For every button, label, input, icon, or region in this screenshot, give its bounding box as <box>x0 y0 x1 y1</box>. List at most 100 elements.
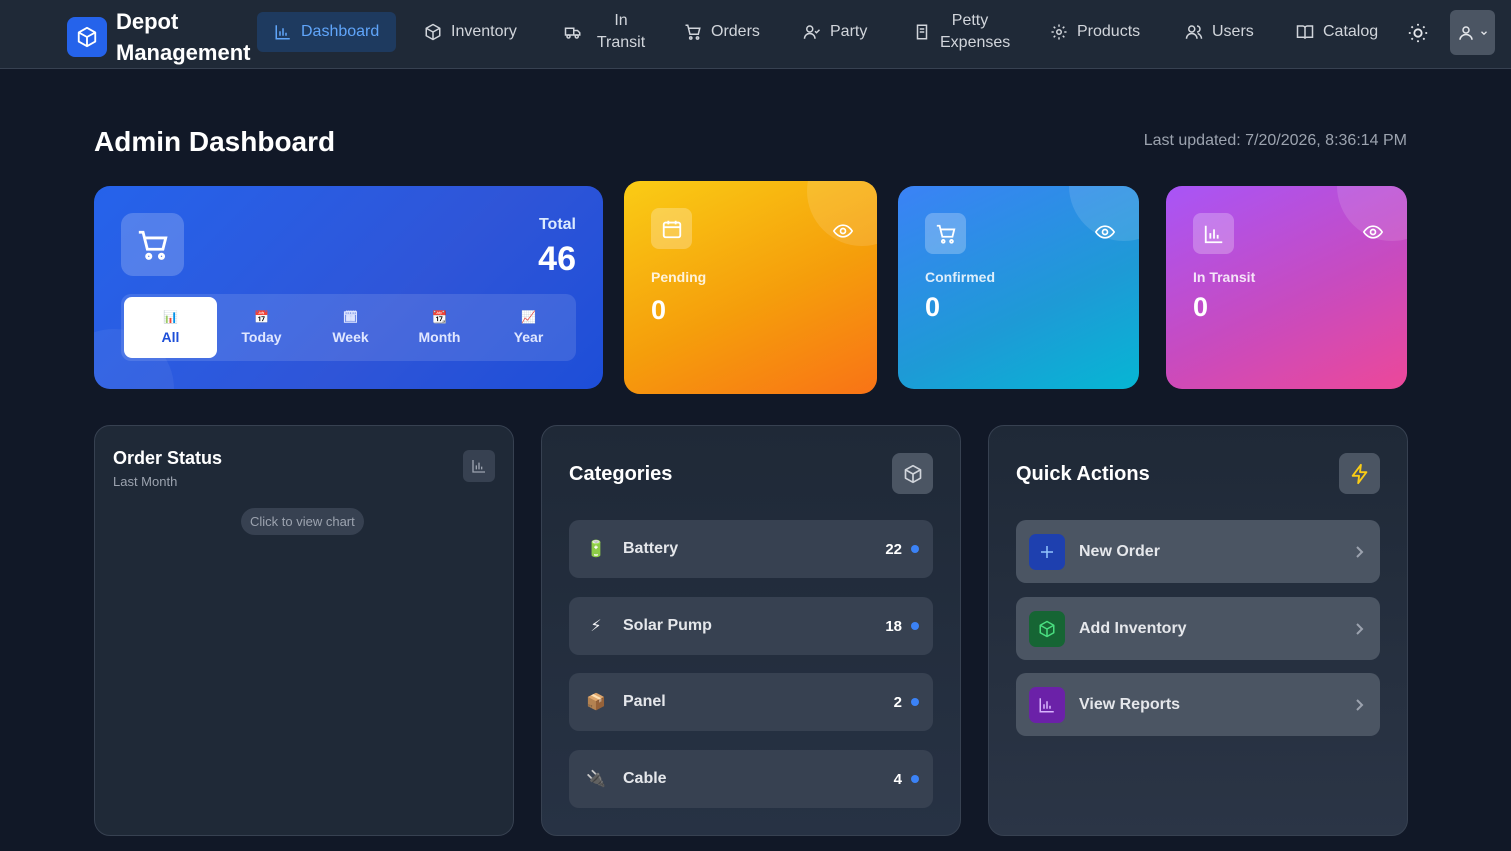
period-filter: 📊 All 📅 Today 🗓 Week 📆 Month 📈 Year <box>121 294 576 361</box>
nav-users[interactable]: Users <box>1168 12 1271 52</box>
eye-icon[interactable] <box>1095 225 1115 239</box>
nav-label: Petty Expenses <box>940 12 1011 51</box>
total-orders-card: Total 46 📊 All 📅 Today 🗓 Week 📆 Month 📈 … <box>94 186 603 389</box>
category-row-panel[interactable]: 📦 Panel 2 <box>569 673 933 731</box>
battery-icon: 🔋 <box>586 541 606 558</box>
bar-chart-icon <box>1193 213 1234 254</box>
status-dot <box>911 545 919 553</box>
nav-products[interactable]: Products <box>1033 12 1157 52</box>
package-icon: 📦 <box>586 694 606 711</box>
category-count: 4 <box>893 770 902 788</box>
nav-orders[interactable]: Orders <box>667 12 777 52</box>
pending-value: 0 <box>651 295 667 325</box>
bar-chart-icon <box>472 460 485 473</box>
categories-panel: Categories 🔋 Battery 22 ⚡ Solar Pump 18 … <box>541 425 961 836</box>
action-label: Add Inventory <box>1079 619 1187 637</box>
order-status-title: Order Status <box>113 448 223 468</box>
book-icon <box>1296 23 1314 41</box>
box-logo-icon <box>67 17 107 57</box>
receipt-icon <box>913 23 931 41</box>
chart-toggle-button[interactable] <box>463 450 495 482</box>
category-name: Solar Pump <box>623 617 712 634</box>
chevron-down-icon <box>1480 30 1487 35</box>
box-icon <box>1029 610 1065 647</box>
users-icon <box>1185 23 1203 41</box>
confirmed-orders-card[interactable]: Confirmed 0 <box>898 186 1139 389</box>
total-label: Total <box>538 216 576 233</box>
total-value: 46 <box>538 240 576 278</box>
last-updated: Last updated: 7/20/2026, 8:36:14 PM <box>1143 132 1407 149</box>
plus-icon <box>1029 533 1065 570</box>
nav-party[interactable]: Party <box>786 12 884 52</box>
chevron-right-icon <box>1356 622 1364 635</box>
category-name: Cable <box>623 770 667 787</box>
brand[interactable]: Depot Management <box>67 6 266 68</box>
in-transit-label: In Transit <box>1193 269 1256 285</box>
user-menu-button[interactable] <box>1450 10 1495 55</box>
eye-icon[interactable] <box>1363 225 1383 239</box>
category-row-solar-pump[interactable]: ⚡ Solar Pump 18 <box>569 597 933 655</box>
nav-label: Catalog <box>1323 23 1379 40</box>
eye-icon[interactable] <box>833 224 853 238</box>
category-row-battery[interactable]: 🔋 Battery 22 <box>569 520 933 578</box>
category-count: 22 <box>885 540 902 558</box>
category-name: Panel <box>623 693 666 710</box>
nav-inventory[interactable]: Inventory <box>407 12 534 52</box>
status-dot <box>911 775 919 783</box>
view-reports-button[interactable]: View Reports <box>1016 673 1380 736</box>
in-transit-value: 0 <box>1193 292 1209 322</box>
nav-dashboard[interactable]: Dashboard <box>257 12 397 52</box>
nav-petty-expenses[interactable]: Petty Expenses <box>896 12 1017 52</box>
action-label: New Order <box>1079 542 1160 560</box>
nav-label: Party <box>830 23 868 40</box>
period-label: Week <box>332 328 369 345</box>
top-navbar: Depot Management Dashboard Inventory In … <box>0 0 1511 69</box>
box-icon <box>904 464 921 483</box>
gear-icon <box>1050 23 1068 41</box>
confirmed-value: 0 <box>925 292 941 322</box>
sun-icon[interactable] <box>1405 20 1431 46</box>
calendar-icon <box>651 208 692 249</box>
cart-icon <box>121 213 184 276</box>
new-order-button[interactable]: New Order <box>1016 520 1380 583</box>
period-all-button[interactable]: 📊 All <box>124 297 217 358</box>
nav-label: Products <box>1077 23 1141 40</box>
quick-actions-header-button[interactable] <box>1339 453 1380 494</box>
confirmed-label: Confirmed <box>925 269 995 285</box>
period-month-button[interactable]: 📆 Month <box>395 297 484 358</box>
nav-in-transit[interactable]: In Transit <box>547 12 668 52</box>
in-transit-card[interactable]: In Transit 0 <box>1166 186 1407 389</box>
period-week-button[interactable]: 🗓 Week <box>306 297 395 358</box>
category-row-cable[interactable]: 🔌 Cable 4 <box>569 750 933 808</box>
categories-header-button[interactable] <box>892 453 933 494</box>
order-status-subtitle: Last Month <box>113 474 178 489</box>
cart-icon <box>684 23 702 41</box>
nav-label: In Transit <box>596 12 646 51</box>
nav-label: Inventory <box>451 23 517 40</box>
view-chart-button[interactable]: Click to view chart <box>241 508 364 535</box>
nav-catalog[interactable]: Catalog <box>1279 12 1395 52</box>
brand-title: Depot Management <box>116 9 251 65</box>
chevron-right-icon <box>1356 545 1364 558</box>
quick-actions-title: Quick Actions <box>1016 463 1150 485</box>
category-name: Battery <box>623 540 679 557</box>
plug-icon: 🔌 <box>586 771 606 788</box>
pending-orders-card[interactable]: Pending 0 <box>624 181 877 394</box>
page-title: Admin Dashboard <box>94 126 336 157</box>
quick-actions-panel: Quick Actions New Order Add Inventory Vi… <box>988 425 1408 836</box>
period-today-button[interactable]: 📅 Today <box>217 297 306 358</box>
truck-icon <box>564 23 582 41</box>
lightning-icon <box>1351 463 1367 484</box>
status-dot <box>911 698 919 706</box>
user-check-icon <box>803 23 821 41</box>
status-dot <box>911 622 919 630</box>
box-icon <box>424 23 442 41</box>
period-label: All <box>161 328 180 345</box>
period-label: Year <box>513 328 544 345</box>
period-year-button[interactable]: 📈 Year <box>484 297 573 358</box>
chevron-right-icon <box>1356 698 1364 711</box>
add-inventory-button[interactable]: Add Inventory <box>1016 597 1380 660</box>
cart-icon <box>925 213 966 254</box>
order-status-panel: Order Status Last Month Click to view ch… <box>94 425 514 836</box>
trend-chart-icon: 📈 <box>521 309 536 324</box>
